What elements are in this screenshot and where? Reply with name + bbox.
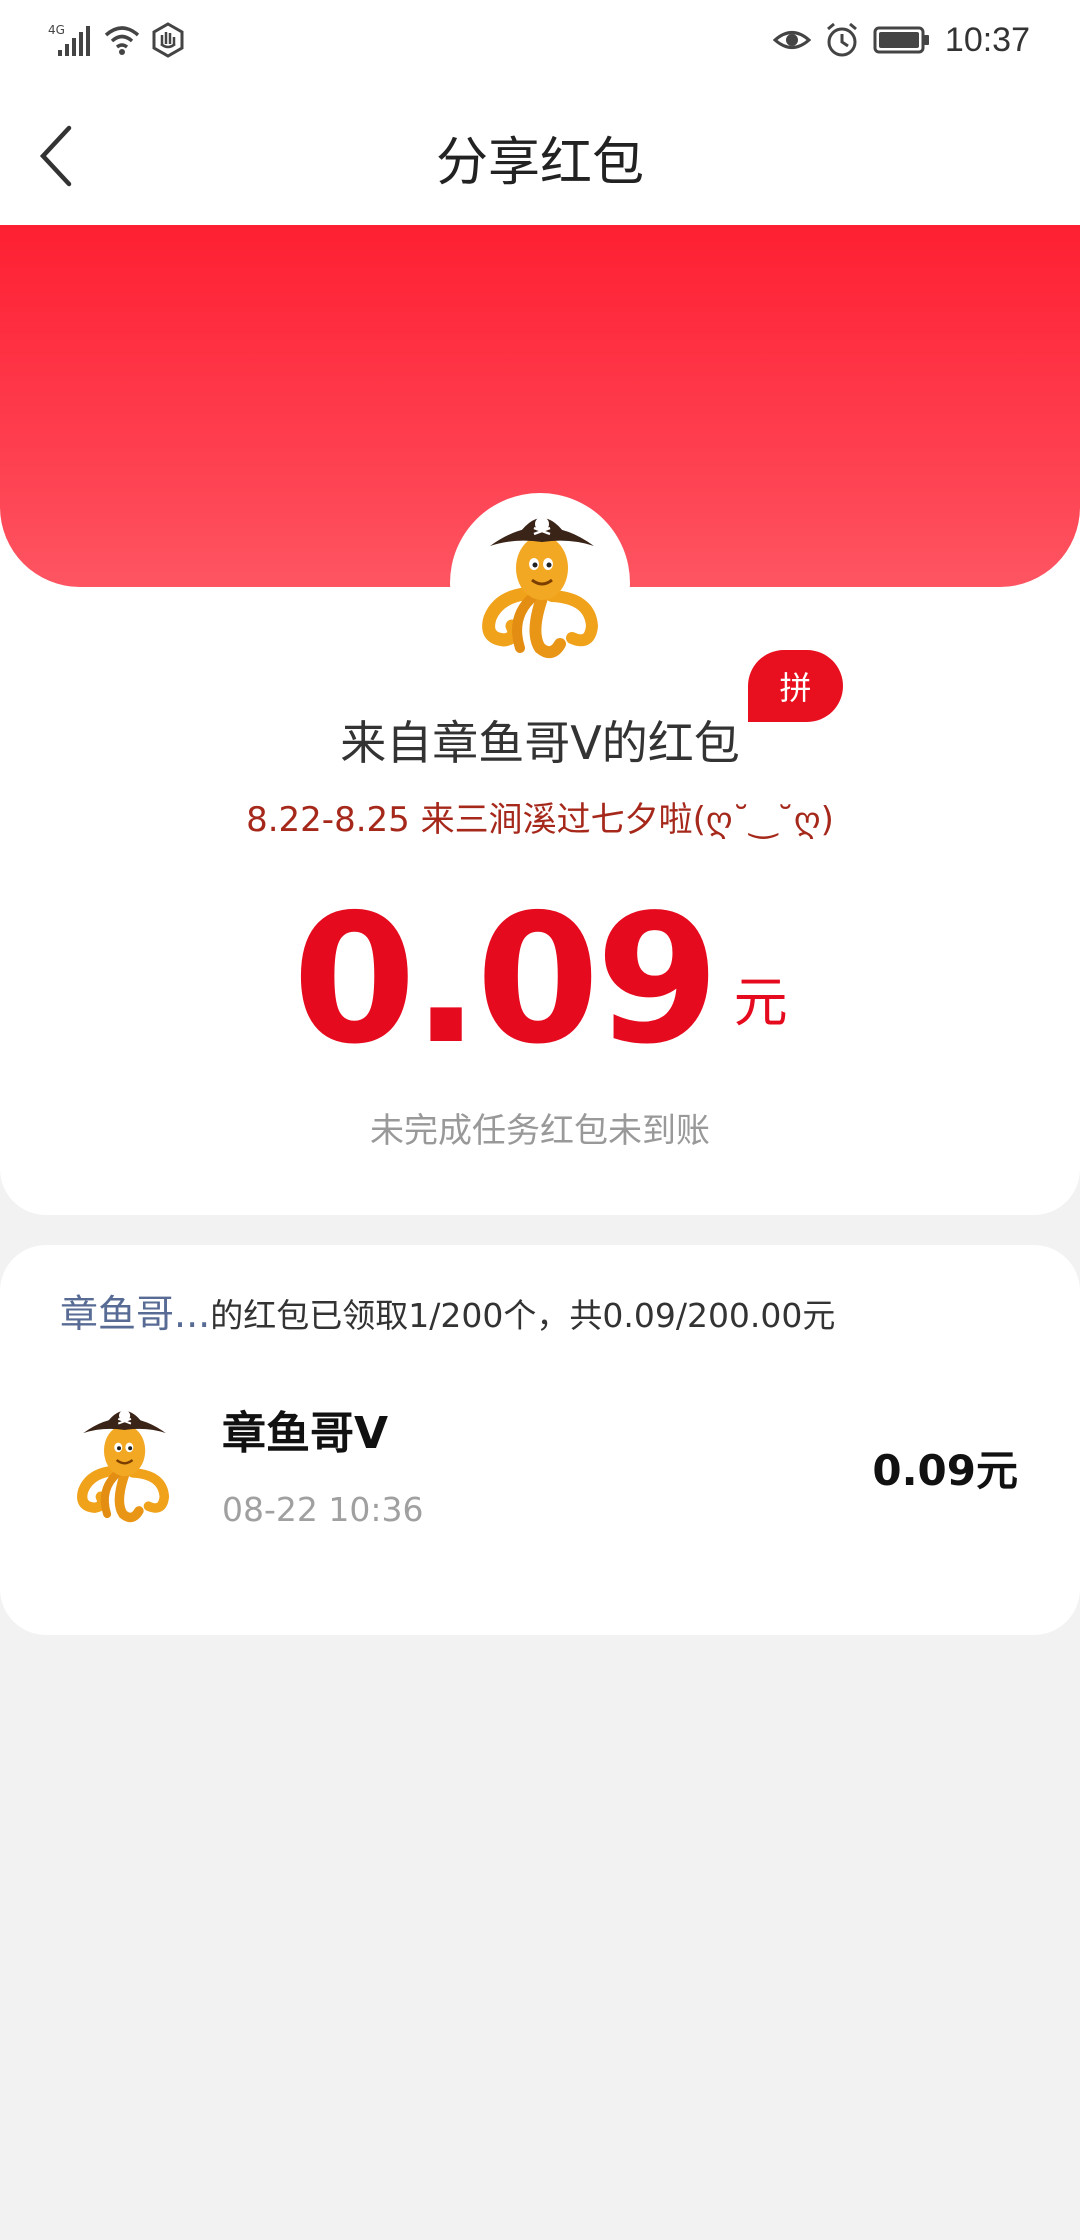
title-bar: 分享红包 xyxy=(0,80,1080,225)
packet-from-title: 来自章鱼哥V的红包 xyxy=(340,716,740,770)
page-title: 分享红包 xyxy=(435,133,644,193)
hand-icon xyxy=(150,22,186,58)
summary-text: 的红包已领取1/200个，共0.09/200.00元 xyxy=(210,1296,836,1335)
claimer-avatar xyxy=(55,1395,190,1530)
claim-records-card: 章鱼哥...的红包已领取1/200个，共0.09/200.00元 章鱼哥V 08… xyxy=(0,1245,1080,1635)
claim-time: 08-22 10:36 xyxy=(222,1490,424,1529)
status-right: 10:37 xyxy=(772,16,1030,64)
pending-note: 未完成任务红包未到账 xyxy=(370,1111,710,1151)
packet-amount: 0.09 xyxy=(292,876,719,1083)
amount-row: 0.09 元 xyxy=(0,876,1080,1083)
red-packet-card: 拼 来自章鱼哥V的红包 8.22-8.25 来三涧溪过七夕啦(ღ˘‿˘ღ) 0.… xyxy=(0,225,1080,1215)
status-left: 4G xyxy=(48,16,186,64)
octopus-pirate-avatar-icon xyxy=(76,1410,169,1523)
sender-link[interactable]: 章鱼哥... xyxy=(60,1292,210,1336)
signal-icon: 4G xyxy=(48,22,94,58)
octopus-pirate-avatar-icon xyxy=(482,517,599,659)
claim-amount: 0.09元 xyxy=(872,1446,1018,1495)
wifi-icon xyxy=(102,23,142,57)
status-bar: 4G 10:37 xyxy=(0,0,1080,80)
sender-avatar[interactable] xyxy=(450,493,630,673)
eye-icon xyxy=(772,25,811,55)
packet-blessing: 8.22-8.25 来三涧溪过七夕啦(ღ˘‿˘ღ) xyxy=(246,800,834,840)
alarm-icon xyxy=(825,22,859,58)
amount-unit: 元 xyxy=(733,971,788,1034)
svg-text:4G: 4G xyxy=(48,23,65,37)
claimer-name: 章鱼哥V xyxy=(222,1408,389,1459)
clock-time: 10:37 xyxy=(944,20,1030,59)
claim-summary: 章鱼哥...的红包已领取1/200个，共0.09/200.00元 xyxy=(60,1283,835,1338)
battery-icon xyxy=(873,25,931,55)
